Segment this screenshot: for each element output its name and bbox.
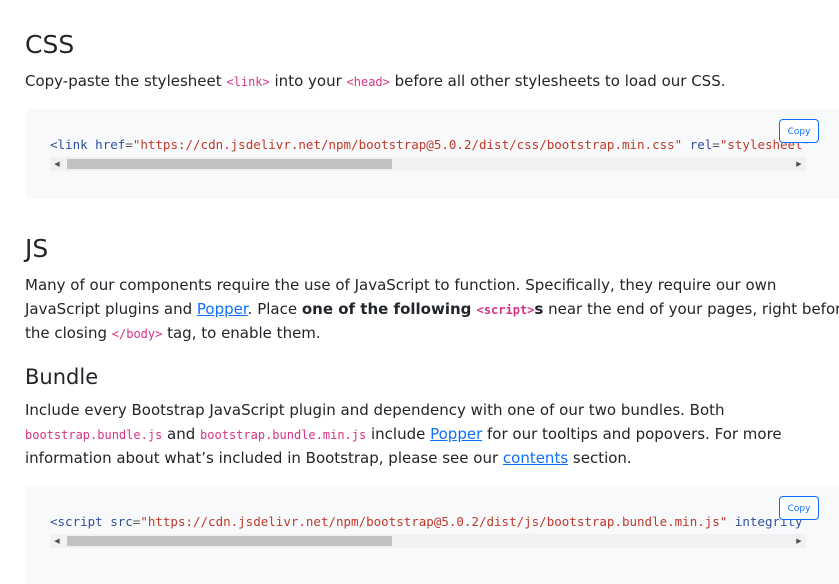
js-desc-text: JavaScript plugins and xyxy=(25,300,197,318)
js-desc-text: the closing xyxy=(25,324,112,342)
scrollbar-thumb[interactable] xyxy=(67,159,392,169)
js-desc-line-1: Many of our components require the use o… xyxy=(25,276,777,294)
popper-link[interactable]: Popper xyxy=(430,425,482,443)
horizontal-scrollbar[interactable]: ◀ ▶ xyxy=(50,534,806,548)
bundle-desc-text: include xyxy=(366,425,431,443)
head-tag-code: <head> xyxy=(346,75,390,89)
bundle-desc-line-1: Include every Bootstrap JavaScript plugi… xyxy=(25,401,725,419)
horizontal-scrollbar[interactable]: ◀ ▶ xyxy=(50,157,806,171)
css-desc-text-3: before all other stylesheets to load our… xyxy=(389,72,726,90)
bundle-desc-text: and xyxy=(162,425,201,443)
js-desc-text: . Place xyxy=(247,300,302,318)
code-equals: = xyxy=(125,137,133,152)
code-attr-href: href xyxy=(87,137,126,152)
contents-link[interactable]: contents xyxy=(503,449,568,467)
code-attr-src: src xyxy=(102,514,133,529)
js-desc-strong: one of the following xyxy=(301,300,477,318)
bundle-js-code: bootstrap.bundle.js xyxy=(25,428,163,442)
code-tag-open: <link xyxy=(50,137,88,152)
body-close-tag-code: </body> xyxy=(111,327,163,341)
bundle-desc-text: for our tooltips and popovers. For more xyxy=(482,425,782,443)
script-tag-code: <script> xyxy=(476,303,535,317)
css-code-line: <link href="https://cdn.jsdelivr.net/npm… xyxy=(50,137,810,153)
css-description: Copy-paste the stylesheet <link> into yo… xyxy=(25,69,725,94)
css-heading: CSS xyxy=(25,30,75,59)
bundle-desc-line-2: bootstrap.bundle.js and bootstrap.bundle… xyxy=(25,422,782,447)
code-src-value: "https://cdn.jsdelivr.net/npm/bootstrap@… xyxy=(140,514,728,529)
code-attr-rel: rel xyxy=(682,137,713,152)
css-desc-text-1: Copy-paste the stylesheet xyxy=(25,72,227,90)
bundle-desc-line-3: information about what’s included in Boo… xyxy=(25,446,632,470)
bundle-heading: Bundle xyxy=(25,365,99,389)
scroll-right-icon[interactable]: ▶ xyxy=(792,534,806,548)
css-desc-text-2: into your xyxy=(269,72,347,90)
code-tag-open: <script xyxy=(50,514,103,529)
copy-button[interactable]: Copy xyxy=(779,496,819,520)
scroll-right-icon[interactable]: ▶ xyxy=(792,157,806,171)
bundle-code-block: <script src="https://cdn.jsdelivr.net/np… xyxy=(26,486,839,584)
bundle-code-line: <script src="https://cdn.jsdelivr.net/np… xyxy=(50,514,803,530)
code-equals: = xyxy=(712,137,720,152)
css-code-block: <link href="https://cdn.jsdelivr.net/npm… xyxy=(26,109,839,199)
scroll-left-icon[interactable]: ◀ xyxy=(50,534,64,548)
js-heading: JS xyxy=(25,234,49,263)
link-tag-code: <link> xyxy=(226,75,270,89)
js-desc-line-3: the closing </body> tag, to enable them. xyxy=(25,321,321,346)
js-desc-text: near the end of your pages, right before xyxy=(543,300,839,318)
bundle-min-js-code: bootstrap.bundle.min.js xyxy=(200,428,367,442)
js-desc-line-2: JavaScript plugins and Popper. Place one… xyxy=(25,297,839,322)
scrollbar-thumb[interactable] xyxy=(67,536,392,546)
js-desc-strong-s: s xyxy=(534,300,544,318)
copy-button[interactable]: Copy xyxy=(779,119,819,143)
popper-link[interactable]: Popper xyxy=(197,300,248,318)
scroll-left-icon[interactable]: ◀ xyxy=(50,157,64,171)
bundle-desc-text: section. xyxy=(568,449,632,467)
code-href-value: "https://cdn.jsdelivr.net/npm/bootstrap@… xyxy=(132,137,683,152)
js-desc-text: tag, to enable them. xyxy=(162,324,321,342)
bundle-desc-text: information about what’s included in Boo… xyxy=(25,449,503,467)
